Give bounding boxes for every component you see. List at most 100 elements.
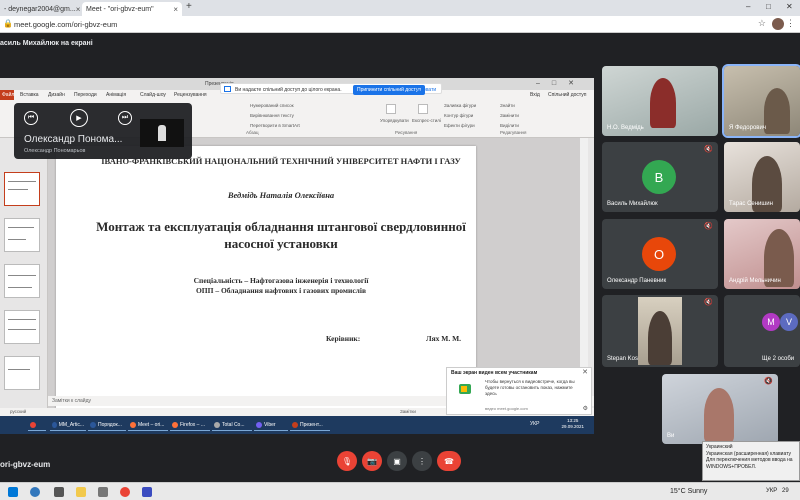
mic-off-icon: 🔇: [704, 299, 713, 306]
stop-sharing-button[interactable]: Припинити спільний доступ: [353, 85, 426, 95]
ribbon-tab-file[interactable]: Файл: [0, 90, 14, 100]
slide-thumbnail[interactable]: [4, 218, 40, 252]
notification-source: ведео meet.google.com: [485, 406, 528, 411]
menu-icon[interactable]: ⋮: [786, 18, 795, 29]
taskbar-clock[interactable]: 29: [782, 488, 789, 494]
new-tab-button[interactable]: +: [186, 1, 192, 12]
more-options-button[interactable]: ⋮: [412, 451, 432, 471]
participant-tile[interactable]: Тарас Сенишин: [724, 142, 800, 212]
meet-logo-icon: [459, 384, 471, 394]
mini-player[interactable]: ⏮ ▶ ⏭ Олександр Понома... Олександр Поно…: [14, 103, 192, 159]
end-call-button[interactable]: ☎: [437, 451, 461, 471]
thumb-line: [8, 369, 30, 370]
quick-styles-icon[interactable]: [418, 104, 428, 114]
chrome-icon[interactable]: [120, 487, 130, 497]
ribbon-tab-animation[interactable]: Анімація: [106, 92, 126, 98]
browser-tab-gmail[interactable]: - deynegar2004@gm... ×: [0, 2, 80, 16]
participant-avatar: О: [642, 237, 676, 271]
taskbar-item: MM_Artic...: [50, 419, 86, 431]
find-button[interactable]: Знайти: [500, 103, 515, 108]
ribbon-tab-design[interactable]: Дизайн: [48, 92, 65, 98]
close-window-icon[interactable]: ✕: [786, 2, 793, 11]
share-notice-message: Ви надаєте спільний доступ до цілого екр…: [235, 87, 342, 93]
hide-notice-button[interactable]: Сховати: [417, 87, 436, 93]
ribbon-group-paragraph: Абзац: [246, 130, 259, 135]
minimize-icon[interactable]: –: [746, 2, 750, 11]
smartart-button[interactable]: Перетворити в SmartArt: [250, 123, 300, 128]
lock-icon[interactable]: 🔒: [3, 19, 13, 28]
play-icon[interactable]: ▶: [70, 109, 88, 127]
share-notice: Ви надаєте спільний доступ до цілого екр…: [220, 83, 442, 95]
numbered-list-button[interactable]: Нумерований список: [250, 103, 294, 108]
edge-icon[interactable]: [30, 487, 40, 497]
slide-thumbnail[interactable]: [4, 310, 40, 344]
participant-avatar: M: [762, 313, 780, 331]
close-icon[interactable]: ✕: [582, 368, 588, 376]
language-popup: Украинский Украинская (расширенная) клав…: [702, 441, 800, 481]
gear-icon[interactable]: ⚙: [583, 405, 588, 412]
profile-avatar[interactable]: [772, 18, 784, 30]
browser-tab-meet[interactable]: Meet - "ori-gbvz-eum" ×: [82, 2, 182, 16]
program-line: ОПП – Обладнання нафтових і газових пром…: [195, 286, 367, 295]
mic-off-button[interactable]: 🎙: [337, 451, 357, 471]
replace-button[interactable]: Замінити: [500, 113, 519, 118]
share-notification[interactable]: Ваш экран виден всем участникам ✕ Чтобы …: [446, 367, 592, 415]
current-slide[interactable]: ІВАНО-ФРАНКІВСЬКИЙ НАЦІОНАЛЬНИЙ ТЕХНІЧНИ…: [56, 146, 476, 418]
align-text-button[interactable]: Вирівнювання тексту: [250, 113, 294, 118]
slide-author: Ведмідь Наталія Олексіївна: [227, 190, 335, 200]
language-indicator[interactable]: УКР: [766, 488, 777, 494]
participant-group-tile[interactable]: M V Ще 2 особи: [724, 295, 800, 367]
ppt-window-controls[interactable]: –□✕: [536, 79, 586, 87]
windows-taskbar: 15°C Sunny УКР 29: [0, 482, 800, 500]
signin-link[interactable]: Вхід: [530, 92, 540, 98]
shape-fill-button[interactable]: Заливка фігури: [444, 103, 476, 108]
camera-off-button[interactable]: 📷: [362, 451, 382, 471]
arrange-icon[interactable]: [386, 104, 396, 114]
thumb-line: [8, 287, 32, 288]
slide-thumbnail[interactable]: [4, 356, 40, 390]
weather-widget[interactable]: 15°C Sunny: [670, 488, 707, 495]
mini-player-video: [140, 119, 184, 147]
self-tile[interactable]: 🔇 Ви: [662, 374, 778, 444]
participant-tile[interactable]: О 🔇 Олександр Паневник: [602, 219, 718, 289]
slide-thumbnail[interactable]: [4, 172, 40, 206]
present-button[interactable]: ▣: [387, 451, 407, 471]
shape-effects-button[interactable]: Ефекти фігури: [444, 123, 475, 128]
close-icon[interactable]: ×: [76, 5, 80, 14]
ribbon-tab-transitions[interactable]: Переходи: [74, 92, 97, 98]
participant-tile[interactable]: Н.О. Ведмідь: [602, 66, 718, 136]
participant-figure: [650, 78, 676, 128]
participant-tile[interactable]: Андрій Мельничин: [724, 219, 800, 289]
share-link[interactable]: Спільний доступ: [548, 92, 586, 98]
slide-thumbnail[interactable]: [4, 264, 40, 298]
file-explorer-icon[interactable]: [76, 487, 86, 497]
ribbon-tab-review[interactable]: Рецензування: [174, 92, 207, 98]
participant-tile[interactable]: В 🔇 Василь Михайлюк: [602, 142, 718, 212]
participant-tile[interactable]: Я Федорович: [722, 64, 800, 138]
taskbar-lang: УКР: [530, 421, 540, 427]
maximize-icon[interactable]: □: [766, 2, 771, 11]
star-icon[interactable]: ☆: [758, 18, 766, 29]
select-button[interactable]: Виділити: [500, 123, 519, 128]
status-notes-button[interactable]: Замітки: [400, 409, 416, 414]
supervisor-label: Керівник:: [326, 334, 361, 343]
shape-outline-button[interactable]: Контур фігури: [444, 113, 473, 118]
ribbon-tab-slideshow[interactable]: Слайд-шоу: [140, 92, 166, 98]
url-field[interactable]: meet.google.com/ori-gbvz-eum: [14, 20, 117, 29]
notification-title: Ваш экран виден всем участникам: [451, 370, 538, 376]
next-icon[interactable]: ⏭: [118, 111, 132, 125]
close-icon[interactable]: ×: [173, 5, 178, 14]
app-icon[interactable]: [142, 487, 152, 497]
previous-icon[interactable]: ⏮: [24, 111, 38, 125]
ribbon-tab-insert[interactable]: Вставка: [20, 92, 39, 98]
slide-thumbnails: [0, 138, 48, 418]
arrange-button[interactable]: Упорядкувати: [380, 118, 409, 123]
meeting-code: ori-gbvz-eum: [0, 460, 51, 469]
participant-name: Тарас Сенишин: [729, 201, 773, 207]
windows-start-icon[interactable]: [8, 487, 18, 497]
supervisor-name: Лях М. М.: [426, 334, 462, 343]
participant-tile[interactable]: 🔇 Stepan Kos: [602, 295, 718, 367]
task-view-icon[interactable]: [54, 487, 64, 497]
store-icon[interactable]: [98, 487, 108, 497]
quick-styles-button[interactable]: Експрес-стилі: [412, 118, 441, 123]
